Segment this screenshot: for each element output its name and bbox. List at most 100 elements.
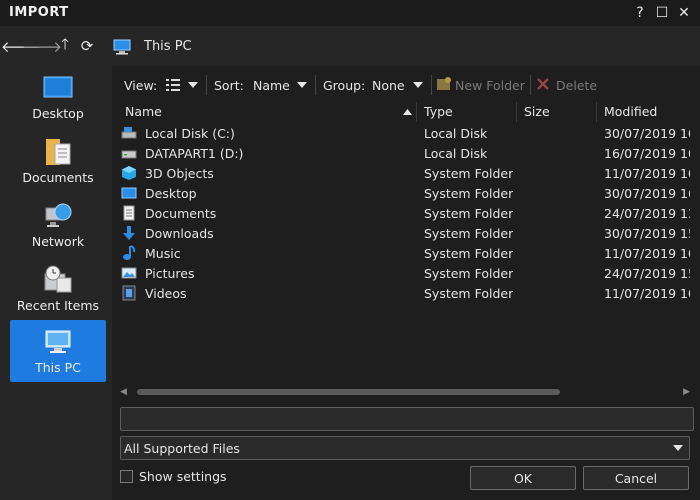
sort-ascending-icon bbox=[403, 109, 412, 115]
file-modified: 24/07/2019 15 bbox=[604, 266, 690, 281]
view-label: View: bbox=[124, 78, 158, 93]
title-bar: IMPORT ? ☐ ✕ bbox=[0, 0, 700, 26]
this-pc-icon bbox=[113, 39, 131, 55]
table-row[interactable]: Local Disk (C:) Local Disk 30/07/2019 10 bbox=[112, 123, 690, 143]
file-type: System Folder bbox=[424, 186, 514, 201]
sidebar-item-recent-items[interactable]: Recent Items bbox=[10, 258, 106, 320]
column-divider[interactable] bbox=[416, 102, 417, 122]
file-name: Local Disk (C:) bbox=[145, 126, 235, 141]
table-row[interactable]: Music System Folder 11/07/2019 10 bbox=[112, 243, 690, 263]
help-button[interactable]: ? bbox=[631, 4, 649, 22]
table-row[interactable]: DATAPART1 (D:) Local Disk 16/07/2019 10 bbox=[112, 143, 690, 163]
column-header-type[interactable]: Type bbox=[424, 104, 453, 119]
sidebar-item-network[interactable]: Network bbox=[10, 194, 106, 256]
import-dialog: IMPORT ? ☐ ✕ 🡐 🡒 🡑 ⟳ This PC Desktop Doc… bbox=[0, 0, 700, 500]
sort-dropdown[interactable]: Name bbox=[253, 78, 290, 93]
filename-input[interactable] bbox=[120, 407, 694, 431]
delete-icon[interactable] bbox=[536, 77, 550, 91]
places-sidebar: Desktop Documents Network Recent Items T… bbox=[0, 66, 112, 500]
file-type: Local Disk bbox=[424, 146, 488, 161]
up-arrow-icon[interactable]: 🡑 bbox=[56, 35, 74, 55]
group-dropdown[interactable]: None bbox=[372, 78, 405, 93]
toolbar-divider bbox=[315, 75, 316, 95]
table-row[interactable]: Videos System Folder 11/07/2019 10 bbox=[112, 283, 690, 303]
file-modified: 30/07/2019 10 bbox=[604, 126, 690, 141]
sidebar-item-this-pc[interactable]: This PC bbox=[10, 320, 106, 382]
file-browser-panel: View: Sort: Name Group: None New Folder bbox=[112, 66, 700, 500]
videos-icon bbox=[122, 285, 136, 301]
table-row[interactable]: 3D Objects System Folder 11/07/2019 10 bbox=[112, 163, 690, 183]
new-folder-icon[interactable] bbox=[436, 76, 452, 92]
column-header-modified[interactable]: Modified bbox=[604, 104, 657, 119]
network-icon bbox=[45, 203, 72, 227]
window-title: IMPORT bbox=[9, 5, 69, 20]
sort-label: Sort: bbox=[214, 78, 244, 93]
file-name: DATAPART1 (D:) bbox=[145, 146, 244, 161]
navigation-bar: 🡐 🡒 🡑 ⟳ This PC bbox=[0, 26, 700, 66]
file-type: System Folder bbox=[424, 206, 514, 221]
scroll-right-icon[interactable]: ▶ bbox=[683, 387, 690, 397]
file-type-filter-select[interactable]: All Supported Files bbox=[120, 436, 690, 460]
file-type: System Folder bbox=[424, 246, 514, 261]
column-divider[interactable] bbox=[516, 102, 517, 122]
file-modified: 16/07/2019 10 bbox=[604, 146, 690, 161]
show-settings-label[interactable]: Show settings bbox=[139, 469, 227, 484]
close-button[interactable]: ✕ bbox=[675, 4, 693, 22]
scroll-left-icon[interactable]: ◀ bbox=[120, 387, 127, 397]
recent-items-icon bbox=[44, 265, 72, 293]
document-icon bbox=[123, 205, 135, 221]
horizontal-scrollbar[interactable]: ◀ ▶ bbox=[120, 387, 690, 397]
file-type: System Folder bbox=[424, 286, 514, 301]
table-row[interactable]: Pictures System Folder 24/07/2019 15 bbox=[112, 263, 690, 283]
file-modified: 30/07/2019 16 bbox=[604, 186, 690, 201]
sidebar-item-label: Network bbox=[31, 234, 85, 249]
file-name: Documents bbox=[145, 206, 217, 221]
sidebar-item-label: Documents bbox=[22, 170, 94, 185]
file-name: Downloads bbox=[145, 226, 214, 241]
column-header-size[interactable]: Size bbox=[524, 104, 550, 119]
file-name: Desktop bbox=[145, 186, 197, 201]
show-settings-checkbox[interactable] bbox=[120, 470, 133, 483]
column-divider[interactable] bbox=[596, 102, 597, 122]
file-name: Music bbox=[145, 246, 181, 261]
toolbar-divider bbox=[206, 75, 207, 95]
group-chevron-icon[interactable] bbox=[413, 82, 423, 88]
column-header-name[interactable]: Name bbox=[125, 104, 162, 119]
toolbar: View: Sort: Name Group: None New Folder bbox=[112, 72, 700, 98]
file-name: 3D Objects bbox=[145, 166, 214, 181]
scrollbar-thumb[interactable] bbox=[137, 389, 560, 395]
file-modified: 11/07/2019 10 bbox=[604, 246, 690, 261]
drive-icon bbox=[121, 150, 137, 159]
sort-chevron-icon[interactable] bbox=[297, 82, 307, 88]
desktop-icon bbox=[121, 187, 137, 199]
filter-chevron-icon[interactable] bbox=[673, 445, 683, 451]
file-name: Pictures bbox=[145, 266, 195, 281]
refresh-icon[interactable]: ⟳ bbox=[78, 37, 96, 55]
documents-icon bbox=[46, 139, 71, 165]
new-folder-button[interactable]: New Folder bbox=[455, 78, 525, 93]
3d-objects-icon bbox=[122, 166, 136, 180]
ok-button[interactable]: OK bbox=[470, 466, 576, 490]
view-dropdown-chevron-icon[interactable] bbox=[188, 82, 198, 88]
file-type: System Folder bbox=[424, 166, 514, 181]
file-type: Local Disk bbox=[424, 126, 488, 141]
maximize-button[interactable]: ☐ bbox=[653, 4, 671, 22]
list-view-icon[interactable] bbox=[166, 79, 180, 91]
sidebar-item-desktop[interactable]: Desktop bbox=[10, 66, 106, 128]
file-modified: 24/07/2019 13 bbox=[604, 206, 690, 221]
cancel-button[interactable]: Cancel bbox=[583, 466, 689, 490]
sidebar-item-label: This PC bbox=[35, 360, 81, 375]
column-header: Name Type Size Modified bbox=[112, 102, 690, 122]
table-row[interactable]: Downloads System Folder 30/07/2019 15 bbox=[112, 223, 690, 243]
file-modified: 11/07/2019 10 bbox=[604, 166, 690, 181]
file-type: System Folder bbox=[424, 226, 514, 241]
delete-button[interactable]: Delete bbox=[556, 78, 597, 93]
table-row[interactable]: Desktop System Folder 30/07/2019 16 bbox=[112, 183, 690, 203]
local-disk-icon bbox=[121, 127, 137, 139]
sidebar-item-documents[interactable]: Documents bbox=[10, 130, 106, 192]
table-row[interactable]: Documents System Folder 24/07/2019 13 bbox=[112, 203, 690, 223]
forward-arrow-icon[interactable]: 🡒 bbox=[22, 37, 62, 56]
pictures-icon bbox=[121, 267, 137, 279]
file-type-filter-value: All Supported Files bbox=[124, 441, 240, 456]
sidebar-item-label: Recent Items bbox=[16, 298, 100, 313]
